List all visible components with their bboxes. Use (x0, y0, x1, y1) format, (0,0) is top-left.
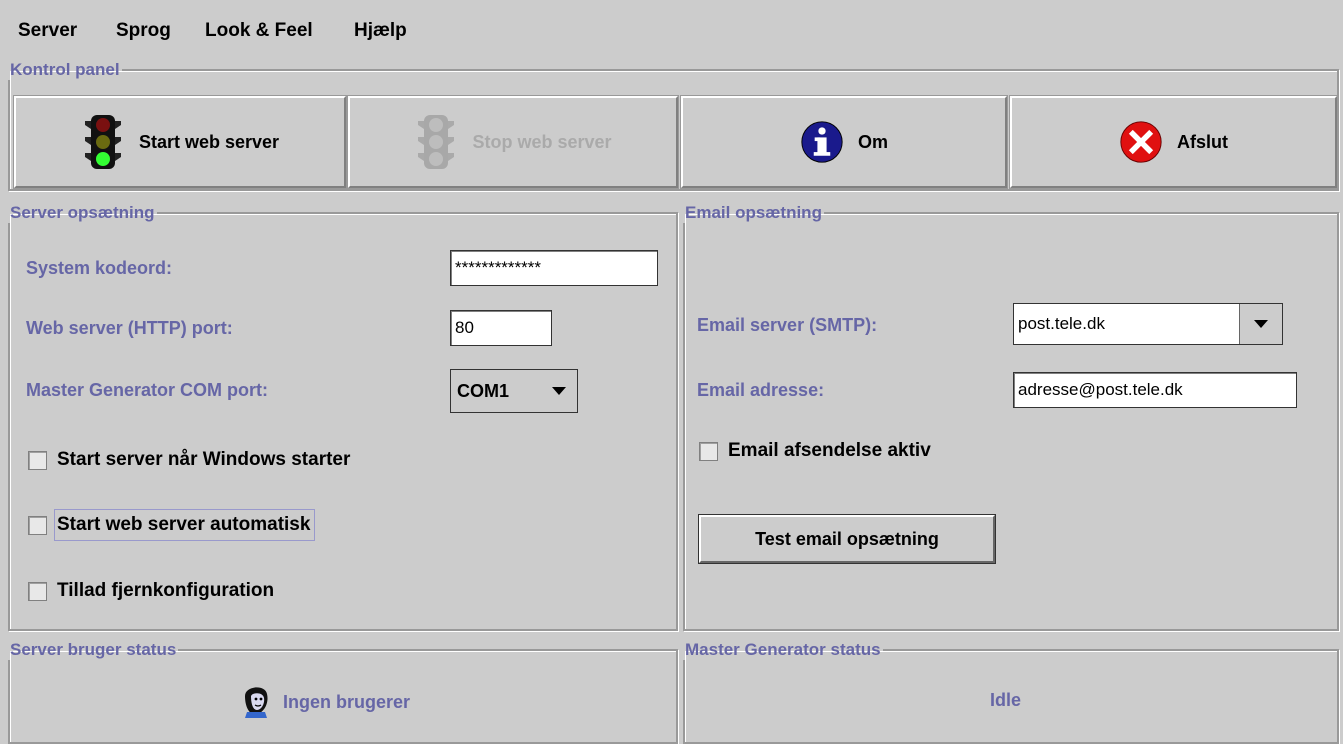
generator-status-text: Idle (990, 690, 1022, 710)
generator-status-title: Master Generator status (685, 640, 881, 659)
user-icon (239, 682, 273, 723)
exit-label: Afslut (1177, 131, 1228, 152)
exit-button[interactable]: Afslut (1009, 95, 1338, 189)
smtp-value: post.tele.dk (1018, 314, 1105, 333)
info-icon (800, 113, 844, 171)
menu-hjaelp[interactable]: Hjælp (354, 20, 407, 42)
check-email-active[interactable]: Email afsendelse aktiv (699, 440, 931, 462)
check-start-with-windows[interactable]: Start server når Windows starter (28, 449, 350, 471)
port-field[interactable]: 80 (450, 310, 552, 346)
chevron-down-icon (1239, 304, 1282, 344)
test-email-button[interactable]: Test email opsætning (698, 514, 996, 564)
chevron-down-icon (541, 387, 577, 395)
checkbox-box[interactable] (28, 515, 47, 535)
menu-server[interactable]: Server (18, 20, 77, 42)
check-remote-config[interactable]: Tillad fjernkonfiguration (28, 580, 274, 602)
start-web-server-label: Start web server (138, 131, 280, 152)
smtp-label: Email server (SMTP): (697, 315, 878, 335)
email-setup-title: Email opsætning (685, 203, 822, 222)
check-remote-config-label: Tillad fjernkonfiguration (57, 580, 275, 601)
control-panel-title: Kontrol panel (10, 60, 120, 79)
check-email-active-label: Email afsendelse aktiv (728, 440, 931, 461)
menu-bar: Server Sprog Look & Feel Hjælp (0, 0, 1343, 60)
user-status-row: Ingen brugerer (239, 682, 410, 723)
com-port-label: Master Generator COM port: (26, 380, 269, 400)
email-address-field[interactable]: adresse@post.tele.dk (1013, 372, 1297, 408)
server-setup-title: Server opsætning (10, 203, 155, 222)
check-auto-start-label: Start web server automatisk (54, 509, 316, 541)
stop-web-server-button[interactable]: Stop web server (347, 95, 679, 189)
traffic-light-disabled-icon (414, 113, 458, 171)
smtp-select[interactable]: post.tele.dk (1013, 303, 1283, 345)
menu-look-feel[interactable]: Look & Feel (205, 20, 313, 42)
start-web-server-button[interactable]: Start web server (13, 95, 347, 189)
check-start-with-windows-label: Start server når Windows starter (57, 449, 351, 470)
user-status-title: Server bruger status (10, 640, 177, 659)
about-button[interactable]: Om (680, 95, 1008, 189)
error-close-icon (1119, 113, 1163, 171)
traffic-light-green-icon (81, 113, 125, 171)
checkbox-box[interactable] (28, 581, 47, 601)
user-status-text: Ingen brugerer (283, 692, 411, 712)
password-label: System kodeord: (26, 258, 173, 278)
port-label: Web server (HTTP) port: (26, 318, 233, 338)
com-port-value: COM1 (457, 380, 510, 401)
checkbox-box[interactable] (28, 450, 47, 470)
menu-sprog[interactable]: Sprog (116, 20, 171, 42)
stop-web-server-label: Stop web server (472, 131, 612, 152)
com-port-select[interactable]: COM1 (450, 369, 578, 413)
about-label: Om (857, 131, 888, 152)
check-auto-start[interactable]: Start web server automatisk (28, 509, 316, 541)
checkbox-box[interactable] (699, 441, 718, 461)
email-setup-group: Email opsætning (683, 203, 1339, 631)
password-field[interactable]: ************* (450, 250, 658, 286)
email-address-label: Email adresse: (697, 380, 825, 400)
